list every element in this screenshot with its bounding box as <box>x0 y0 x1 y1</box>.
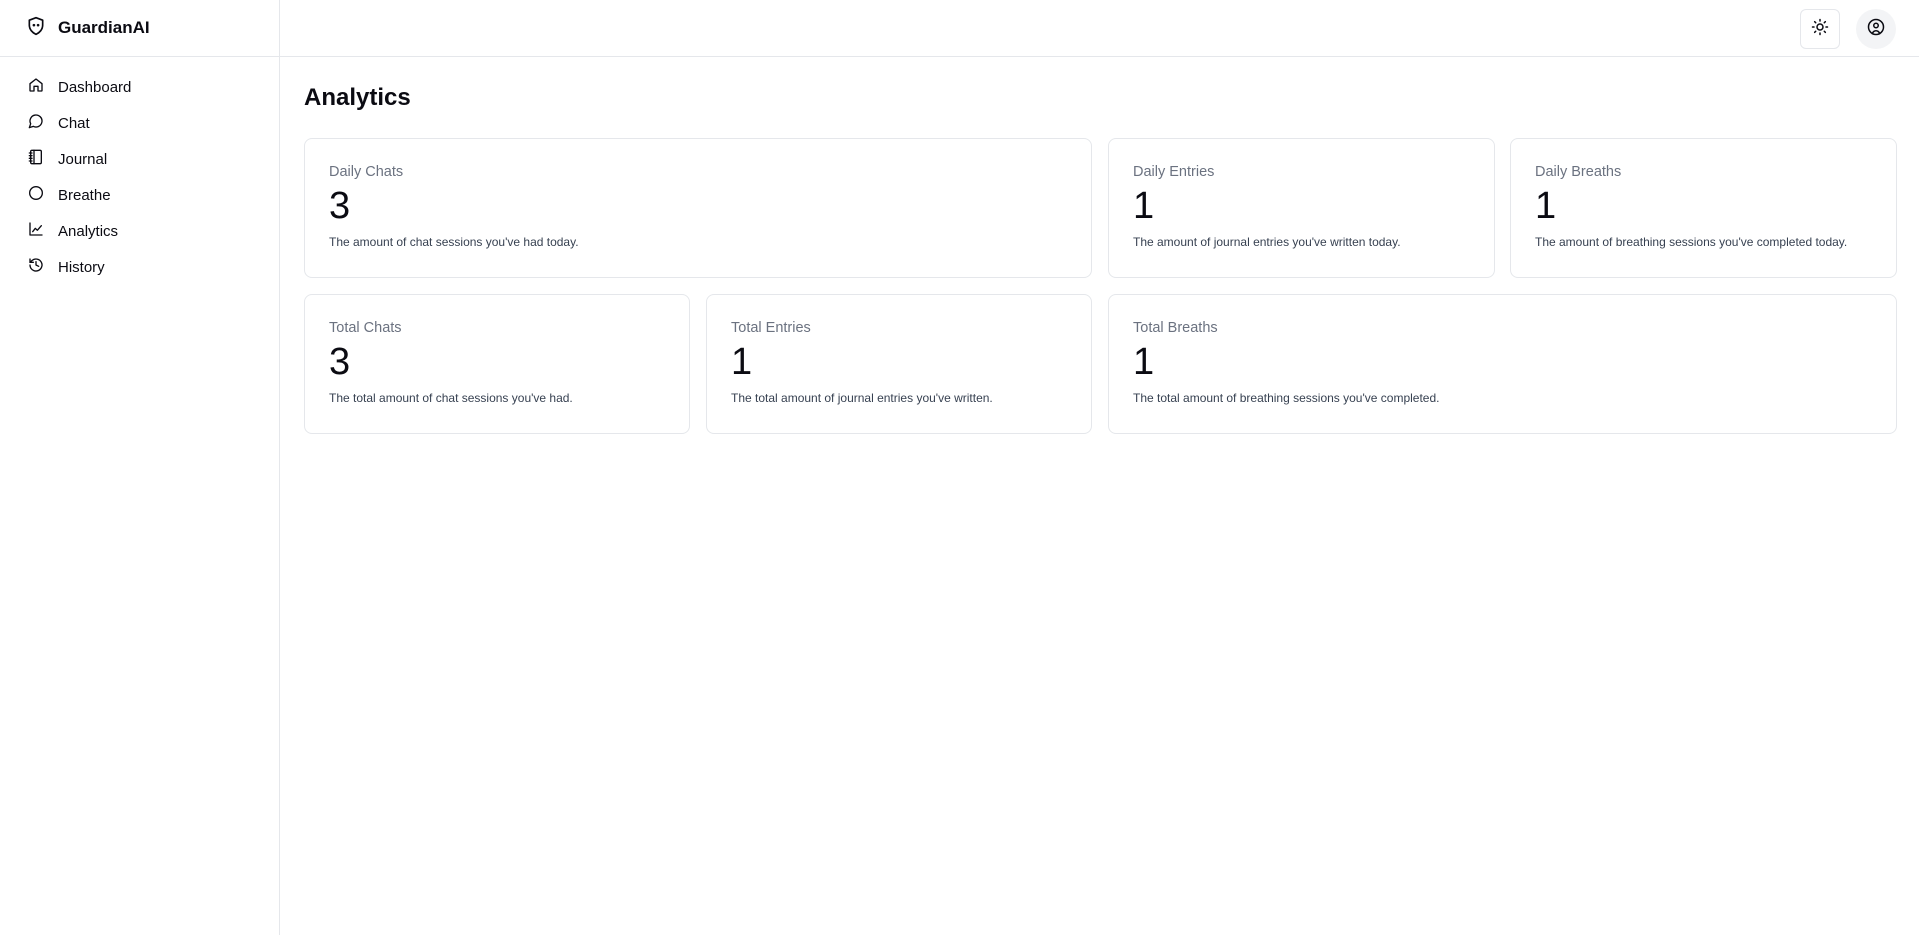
app-root: GuardianAI Dashboard Chat Journal Breath… <box>0 0 1919 935</box>
sidebar-item-chat[interactable]: Chat <box>0 105 279 141</box>
card-description: The amount of chat sessions you've had t… <box>329 235 579 249</box>
card-value: 1 <box>731 341 753 383</box>
daily-breaths-card: Daily Breaths 1 The amount of breathing … <box>1510 138 1897 278</box>
sidebar-nav: Dashboard Chat Journal Breathe Analytics… <box>0 57 279 285</box>
card-description: The total amount of chat sessions you've… <box>329 391 573 405</box>
sidebar-item-label: Chat <box>58 114 90 132</box>
card-label: Total Breaths <box>1133 320 1218 336</box>
shield-logo-icon <box>26 15 46 42</box>
card-label: Daily Breaths <box>1535 164 1622 180</box>
sidebar-item-label: Breathe <box>58 186 111 204</box>
card-label: Daily Entries <box>1133 164 1215 180</box>
home-icon <box>28 77 44 97</box>
sidebar-item-label: History <box>58 258 105 276</box>
card-value: 3 <box>329 185 351 227</box>
brand[interactable]: GuardianAI <box>0 0 279 57</box>
sun-icon <box>1811 18 1829 41</box>
user-menu-button[interactable] <box>1856 9 1896 49</box>
card-label: Daily Chats <box>329 164 404 180</box>
card-description: The total amount of breathing sessions y… <box>1133 391 1440 405</box>
card-description: The total amount of journal entries you'… <box>731 391 993 405</box>
notebook-icon <box>28 149 44 169</box>
total-breaths-card: Total Breaths 1 The total amount of brea… <box>1108 294 1897 434</box>
card-label: Total Chats <box>329 320 402 336</box>
sidebar-item-label: Dashboard <box>58 78 132 96</box>
top-bar <box>280 0 1919 57</box>
theme-toggle-button[interactable] <box>1800 9 1840 49</box>
history-icon <box>28 257 44 277</box>
sidebar-item-journal[interactable]: Journal <box>0 141 279 177</box>
sidebar-item-label: Analytics <box>58 222 119 240</box>
sidebar-item-history[interactable]: History <box>0 249 279 285</box>
total-chats-card: Total Chats 3 The total amount of chat s… <box>304 294 690 434</box>
main-content: Analytics <box>304 57 1897 112</box>
card-value: 1 <box>1133 341 1155 383</box>
sidebar-item-dashboard[interactable]: Dashboard <box>0 69 279 105</box>
sidebar-item-analytics[interactable]: Analytics <box>0 213 279 249</box>
sidebar: GuardianAI Dashboard Chat Journal Breath… <box>0 0 280 935</box>
card-value: 1 <box>1535 185 1557 227</box>
card-description: The amount of journal entries you've wri… <box>1133 235 1401 249</box>
card-value: 1 <box>1133 185 1155 227</box>
line-chart-icon <box>28 221 44 241</box>
brand-name: GuardianAI <box>58 18 150 37</box>
total-entries-card: Total Entries 1 The total amount of jour… <box>706 294 1092 434</box>
sidebar-item-label: Journal <box>58 150 108 168</box>
card-description: The amount of breathing sessions you've … <box>1535 235 1848 249</box>
user-circle-icon <box>1867 18 1885 41</box>
chat-bubble-icon <box>28 113 44 133</box>
daily-entries-card: Daily Entries 1 The amount of journal en… <box>1108 138 1495 278</box>
page-title: Analytics <box>304 84 411 111</box>
card-value: 3 <box>329 341 351 383</box>
daily-chats-card: Daily Chats 3 The amount of chat session… <box>304 138 1092 278</box>
circle-icon <box>28 185 44 205</box>
card-label: Total Entries <box>731 320 811 336</box>
sidebar-item-breathe[interactable]: Breathe <box>0 177 279 213</box>
